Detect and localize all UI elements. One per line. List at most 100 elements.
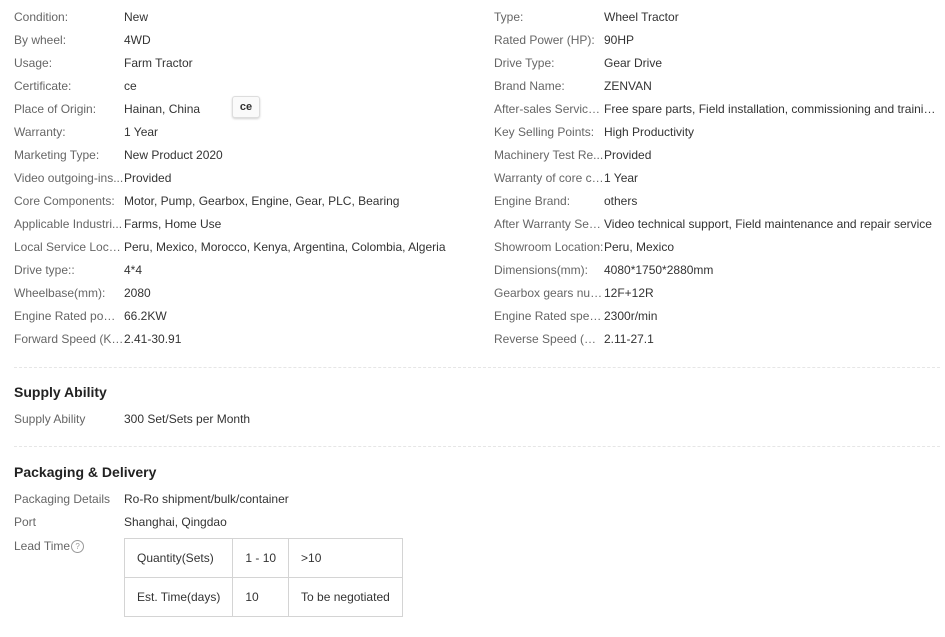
attribute-row: Certificate: ce — [14, 75, 484, 98]
attribute-value: 2.41-30.91 — [124, 332, 182, 346]
packaging-details-value: Ro-Ro shipment/bulk/container — [124, 492, 289, 506]
attribute-label: Warranty of core co... — [494, 171, 604, 185]
attribute-value: 12F+12R — [604, 286, 654, 300]
attribute-row: Engine Brand: others — [494, 190, 939, 213]
attribute-row: Forward Speed (Kw... 2.41-30.91 — [14, 328, 484, 351]
table-cell: Quantity(Sets) — [123, 538, 234, 578]
attribute-label: By wheel: — [14, 33, 67, 47]
attribute-value: Peru, Mexico — [604, 240, 675, 254]
attribute-label: Gearbox gears num... — [494, 286, 604, 300]
supply-ability-title: Supply Ability — [14, 384, 107, 400]
attribute-row: Key Selling Points: High Productivity — [494, 121, 939, 144]
section-divider — [14, 367, 940, 368]
attribute-label: Place of Origin: — [14, 102, 97, 116]
supply-ability-value: 300 Set/Sets per Month — [124, 412, 251, 426]
attribute-value: Provided — [124, 171, 172, 185]
attribute-value: others — [604, 194, 638, 208]
attributes-left-column: Condition: New By wheel: 4WD Usage: Farm Trac… — [14, 6, 484, 351]
attribute-label: Dimensions(mm): — [494, 263, 589, 277]
attribute-row: After-sales Service ... Free spare parts,… — [494, 98, 939, 121]
attribute-label: Brand Name: — [494, 79, 565, 93]
attribute-label: Reverse Speed (Kw... — [494, 332, 604, 346]
attribute-label: Applicable Industri... — [14, 217, 123, 231]
table-cell: 1 - 10 — [232, 538, 290, 578]
attribute-label: Type: — [494, 10, 524, 24]
attribute-label: Machinery Test Re... — [494, 148, 604, 162]
attribute-label: Video outgoing-ins... — [14, 171, 124, 185]
attribute-row: Engine Rated power: 66.2KW — [14, 305, 484, 328]
attribute-value: Wheel Tractor — [604, 10, 679, 24]
attribute-row: Local Service Locat... Peru, Mexico, Moro… — [14, 236, 484, 259]
attribute-label: Showroom Location: — [494, 240, 604, 254]
attribute-label: Wheelbase(mm): — [14, 286, 106, 300]
attribute-value: Video technical support, Field maintenan… — [604, 217, 932, 231]
table-row: Est. Time(days) 10 To be negotiated — [123, 577, 403, 617]
attribute-row: Reverse Speed (Kw... 2.11-27.1 — [494, 328, 939, 351]
attribute-value: Farms, Home Use — [124, 217, 222, 231]
attribute-value: 2080 — [124, 286, 151, 300]
supply-ability-row: Supply Ability 300 Set/Sets per Month — [14, 408, 250, 430]
attribute-label: Local Service Locat... — [14, 240, 124, 254]
attribute-value: High Productivity — [604, 125, 695, 139]
attribute-label: Condition: — [14, 10, 69, 24]
attribute-row: Applicable Industri... Farms, Home Use — [14, 213, 484, 236]
attribute-row: Showroom Location: Peru, Mexico — [494, 236, 939, 259]
attribute-label: Warranty: — [14, 125, 66, 139]
attribute-label: Core Components: — [14, 194, 115, 208]
lead-time-label: Lead Time? — [14, 535, 124, 557]
attribute-label: Engine Rated power: — [14, 309, 124, 323]
lead-time-label-text: Lead Time — [14, 539, 71, 553]
attribute-value: ce — [124, 79, 137, 93]
attribute-label: After Warranty Serv... — [494, 217, 604, 231]
attribute-value: Farm Tractor — [124, 56, 193, 70]
attribute-value: ZENVAN — [604, 79, 652, 93]
attribute-value: 4080*1750*2880mm — [604, 263, 714, 277]
attribute-label: Drive type:: — [14, 263, 75, 277]
attribute-value: Motor, Pump, Gearbox, Engine, Gear, PLC,… — [124, 194, 400, 208]
attribute-row: Brand Name: ZENVAN — [494, 75, 939, 98]
attribute-row: After Warranty Serv... Video technical su… — [494, 213, 939, 236]
attribute-label: Forward Speed (Kw... — [14, 332, 124, 346]
attribute-value: 4WD — [124, 33, 151, 47]
lead-time-table: Quantity(Sets) 1 - 10 >10 Est. Time(days… — [123, 538, 403, 617]
attributes-right-column: Type: Wheel Tractor Rated Power (HP): 90HP D… — [494, 6, 939, 351]
attribute-value: New — [124, 10, 149, 24]
port-row: Port Shanghai, Qingdao — [14, 511, 227, 533]
attribute-row: Wheelbase(mm): 2080 — [14, 282, 484, 305]
table-cell: >10 — [288, 538, 403, 578]
port-label: Port — [14, 515, 37, 529]
attribute-row: Machinery Test Re... Provided — [494, 144, 939, 167]
attribute-label: Marketing Type: — [14, 148, 100, 162]
packaging-delivery-title: Packaging & Delivery — [14, 464, 157, 480]
attribute-value: Peru, Mexico, Morocco, Kenya, Argentina,… — [124, 240, 446, 254]
section-divider — [14, 446, 940, 447]
attribute-value: 90HP — [604, 33, 635, 47]
attribute-row: Engine Rated speed: 2300r/min — [494, 305, 939, 328]
attribute-label: Certificate: — [14, 79, 72, 93]
attribute-value: 1 Year — [604, 171, 639, 185]
lead-time-row: Lead Time? — [14, 535, 124, 557]
attribute-value: 66.2KW — [124, 309, 167, 323]
attribute-value: Gear Drive — [604, 56, 663, 70]
attribute-row: Rated Power (HP): 90HP — [494, 29, 939, 52]
attribute-label: Usage: — [14, 56, 53, 70]
attribute-value: Free spare parts, Field installation, co… — [604, 102, 939, 116]
attribute-value: 2300r/min — [604, 309, 658, 323]
attribute-row: By wheel: 4WD — [14, 29, 484, 52]
attribute-label: Drive Type: — [494, 56, 555, 70]
attribute-row: Condition: New — [14, 6, 484, 29]
table-cell: 10 — [232, 577, 290, 617]
attribute-row: Usage: Farm Tractor — [14, 52, 484, 75]
attribute-value: 2.11-27.1 — [604, 332, 654, 346]
attribute-label: Key Selling Points: — [494, 125, 595, 139]
help-icon[interactable]: ? — [71, 540, 85, 554]
packaging-details-row: Packaging Details Ro-Ro shipment/bulk/co… — [14, 488, 289, 510]
attribute-label: Engine Brand: — [494, 194, 571, 208]
table-row: Quantity(Sets) 1 - 10 >10 — [123, 538, 403, 578]
port-value: Shanghai, Qingdao — [124, 515, 227, 529]
attribute-label: Rated Power (HP): — [494, 33, 595, 47]
attribute-value: 4*4 — [124, 263, 143, 277]
attribute-row: Core Components: Motor, Pump, Gearbox, En… — [14, 190, 484, 213]
attribute-row: Marketing Type: New Product 2020 — [14, 144, 484, 167]
attribute-value: New Product 2020 — [124, 148, 223, 162]
